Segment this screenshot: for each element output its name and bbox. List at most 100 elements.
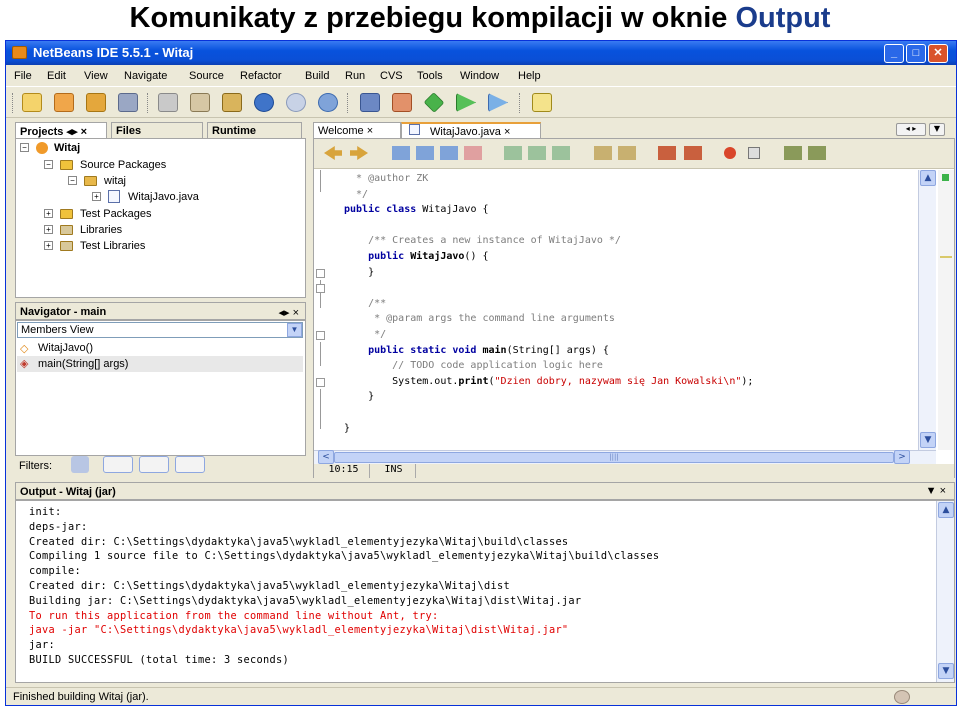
- back-icon[interactable]: [324, 146, 342, 160]
- new-file-icon[interactable]: [22, 93, 42, 112]
- save-all-icon[interactable]: [118, 93, 138, 112]
- code-line[interactable]: public class WitajJavo {: [344, 204, 489, 215]
- chevron-down-icon[interactable]: ▼: [287, 323, 302, 337]
- menu-window[interactable]: Window: [460, 70, 499, 82]
- editor-hscrollbar[interactable]: < |||| >: [314, 450, 936, 464]
- shift-right-icon[interactable]: [618, 146, 636, 160]
- menu-navigate[interactable]: Navigate: [124, 70, 167, 82]
- cut-icon[interactable]: [158, 93, 178, 112]
- filter-fields-icon[interactable]: [71, 456, 89, 473]
- toolbar-grip[interactable]: [12, 93, 15, 113]
- tree-item-witajjavo[interactable]: + WitajJavo.java: [92, 189, 272, 205]
- scroll-up-icon[interactable]: ▲: [938, 502, 954, 518]
- code-area[interactable]: * @author ZK */public class WitajJavo { …: [344, 173, 924, 443]
- prev-bookmark-icon[interactable]: [504, 146, 522, 160]
- code-line[interactable]: }: [344, 423, 350, 434]
- error-stripe-marker[interactable]: [940, 256, 952, 258]
- code-line[interactable]: * @author ZK: [344, 173, 428, 184]
- find-next-icon[interactable]: [440, 146, 458, 160]
- scroll-thumb[interactable]: ||||: [334, 452, 894, 463]
- fold-icon[interactable]: [316, 284, 325, 293]
- navigator-item-constructor[interactable]: ◇ WitajJavo(): [20, 340, 300, 356]
- filter-nonpublic-icon[interactable]: [103, 456, 133, 473]
- code-line[interactable]: public WitajJavo() {: [344, 251, 488, 262]
- code-line[interactable]: * @param args the command line arguments: [344, 313, 615, 324]
- next-bookmark-icon[interactable]: [528, 146, 546, 160]
- close-window-button[interactable]: ✕: [928, 44, 948, 63]
- tree-item-libraries[interactable]: + Libraries: [44, 222, 284, 238]
- code-line[interactable]: }: [344, 267, 374, 278]
- help-icon[interactable]: [532, 93, 552, 112]
- scroll-up-icon[interactable]: ▲: [920, 170, 936, 186]
- memory-gc-icon[interactable]: [894, 690, 910, 704]
- window-titlebar[interactable]: NetBeans IDE 5.5.1 - Witaj _ □ ✕: [6, 41, 956, 65]
- open-project-icon[interactable]: [86, 93, 106, 112]
- run-main-project-icon[interactable]: [423, 92, 445, 113]
- tree-item-test-packages[interactable]: + Test Packages: [44, 206, 284, 222]
- find-selection-icon[interactable]: [416, 146, 434, 160]
- minimize-button[interactable]: _: [884, 44, 904, 63]
- navigator-controls[interactable]: ◂▸ ×: [278, 306, 299, 319]
- collapse-icon[interactable]: −: [20, 143, 29, 152]
- find-icon[interactable]: [318, 93, 338, 112]
- record-icon[interactable]: [724, 147, 736, 159]
- tab-witajjavo[interactable]: WitajJavo.java ×: [401, 122, 541, 139]
- debug-main-project-icon[interactable]: [456, 93, 476, 112]
- menu-source[interactable]: Source: [189, 70, 224, 82]
- menu-refactor[interactable]: Refactor: [240, 70, 282, 82]
- copy-icon[interactable]: [190, 93, 210, 112]
- redo-icon[interactable]: [286, 93, 306, 112]
- uncomment-icon[interactable]: [808, 146, 826, 160]
- expand-icon[interactable]: +: [44, 225, 53, 234]
- collapse-icon[interactable]: −: [44, 160, 53, 169]
- tab-welcome[interactable]: Welcome ×: [313, 122, 401, 139]
- code-line[interactable]: public static void main(String[] args) {: [344, 345, 609, 356]
- tab-scroll-icon[interactable]: ◂ ▸: [896, 123, 926, 136]
- members-view-select[interactable]: Members View ▼: [17, 322, 303, 338]
- expand-icon[interactable]: +: [44, 209, 53, 218]
- menu-file[interactable]: File: [14, 70, 32, 82]
- filter-static-icon[interactable]: [139, 456, 169, 473]
- menu-tools[interactable]: Tools: [417, 70, 443, 82]
- menu-help[interactable]: Help: [518, 70, 541, 82]
- tree-item-package-witaj[interactable]: − witaj: [68, 173, 268, 189]
- code-line[interactable]: */: [344, 189, 368, 200]
- fold-icon[interactable]: [316, 331, 325, 340]
- output-text-area[interactable]: init: deps-jar: Created dir: C:\Settings\d…: [16, 501, 934, 682]
- find-prev-icon[interactable]: [392, 146, 410, 160]
- tab-files[interactable]: Files: [111, 122, 203, 139]
- shift-left-icon[interactable]: [594, 146, 612, 160]
- fold-icon[interactable]: [316, 269, 325, 278]
- menu-edit[interactable]: Edit: [47, 70, 66, 82]
- comment-icon[interactable]: [784, 146, 802, 160]
- tree-item-source-packages[interactable]: − Source Packages: [44, 157, 284, 173]
- output-controls[interactable]: ▼ ×: [926, 485, 946, 497]
- menu-cvs[interactable]: CVS: [380, 70, 403, 82]
- clean-build-icon[interactable]: [392, 93, 412, 112]
- build-main-project-icon[interactable]: [360, 93, 380, 112]
- output-vscrollbar[interactable]: ▲ ▼: [936, 501, 954, 682]
- menu-run[interactable]: Run: [345, 70, 365, 82]
- tree-item-test-libraries[interactable]: + Test Libraries: [44, 238, 284, 254]
- start-macro-icon[interactable]: [658, 146, 676, 160]
- code-line[interactable]: // TODO code application logic here: [344, 360, 603, 371]
- menu-view[interactable]: View: [84, 70, 108, 82]
- paste-icon[interactable]: [222, 93, 242, 112]
- menu-build[interactable]: Build: [305, 70, 329, 82]
- undo-icon[interactable]: [254, 93, 274, 112]
- code-line[interactable]: */: [344, 329, 386, 340]
- code-line[interactable]: }: [344, 391, 374, 402]
- collapse-icon[interactable]: −: [68, 176, 77, 185]
- code-line[interactable]: /** Creates a new instance of WitajJavo …: [344, 235, 621, 246]
- scroll-down-icon[interactable]: ▼: [938, 663, 954, 679]
- toggle-highlight-icon[interactable]: [464, 146, 482, 160]
- filter-inherited-icon[interactable]: [175, 456, 205, 473]
- tab-projects[interactable]: Projects ◂▸ ×: [15, 122, 107, 139]
- tree-item-witaj[interactable]: − Witaj: [20, 140, 290, 156]
- tab-list-icon[interactable]: ▼: [929, 123, 945, 136]
- profile-main-project-icon[interactable]: [488, 93, 508, 112]
- scroll-down-icon[interactable]: ▼: [920, 432, 936, 448]
- scroll-left-icon[interactable]: <: [318, 450, 334, 464]
- maximize-button[interactable]: □: [906, 44, 926, 63]
- navigator-item-main[interactable]: ◈ main(String[] args): [17, 356, 303, 372]
